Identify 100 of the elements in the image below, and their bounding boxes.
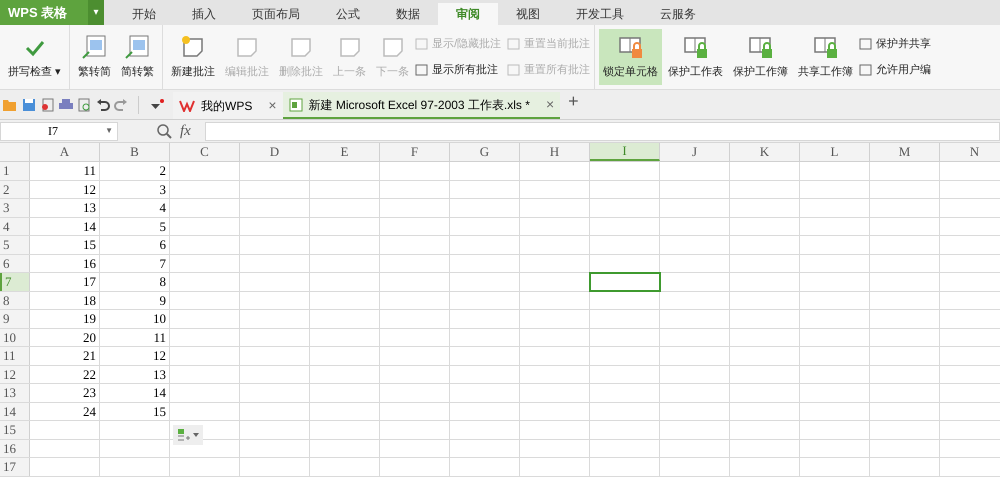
ribbon-small-button[interactable]: 允许用户编 [859,62,932,78]
row-header[interactable]: 16 [0,440,30,457]
ribbon-small-button[interactable]: 显示所有批注 [415,62,502,78]
column-header[interactable]: G [450,143,520,161]
formula-input-field[interactable] [204,122,1000,140]
row-header[interactable]: 6 [0,254,30,272]
ribbon-button[interactable]: 锁定单元格 [599,29,662,85]
ribbon-button[interactable]: 新建批注 [167,29,220,85]
customize-caret-icon[interactable] [149,98,165,112]
column-header[interactable]: C [170,143,240,161]
note-icon [415,64,430,76]
close-tab-button[interactable]: × [268,95,277,116]
note-icon [507,64,522,76]
undo-icon[interactable] [96,98,110,112]
row-header[interactable]: 13 [0,384,30,402]
cell-value: 12 [153,347,166,365]
cell-value: 24 [83,402,96,420]
column-header[interactable]: L [800,143,870,161]
ribbon-small-button[interactable]: 保护并共享 [859,36,932,52]
selected-cell[interactable] [590,273,660,290]
note-icon [859,64,874,76]
cell-value: 13 [83,199,96,217]
cell-value: 12 [83,180,96,198]
ribbon-button[interactable]: 拼写检查 ▾ [4,29,66,85]
row-header[interactable]: 4 [0,218,30,235]
ribbon-tab[interactable]: 插入 [174,3,234,25]
search-icon[interactable] [156,123,172,139]
caret-icon [192,433,198,437]
save-icon[interactable] [22,98,36,112]
column-header[interactable]: K [730,143,800,161]
column-header[interactable]: F [380,143,450,161]
ribbon-tab[interactable]: 开发工具 [558,3,642,25]
cell-value: 15 [83,236,96,254]
cell-value: 19 [83,310,96,328]
w-logo-icon [179,100,195,112]
paste-options-icon [178,429,190,441]
ribbon-tab[interactable]: 开始 [114,3,174,25]
cell-value: 23 [83,384,96,402]
note-icon [415,38,430,50]
cell-value: 3 [160,180,166,198]
cell-value: 18 [83,292,96,310]
ribbon-tab[interactable]: 云服务 [642,3,714,25]
ribbon-button[interactable]: 简转繁 [117,29,158,85]
cell-value: 14 [153,384,166,402]
row-header[interactable]: 15 [0,421,30,438]
new-tab-button[interactable]: + [568,88,579,115]
cell-value: 20 [83,328,96,346]
cell-value: 11 [83,162,96,180]
column-header[interactable]: M [870,143,940,161]
ribbon-tab[interactable]: 视图 [498,3,558,25]
cell-value: 8 [160,273,166,291]
cell-value: 15 [153,402,166,420]
close-tab-button[interactable]: × [546,94,554,115]
column-header[interactable]: I [590,143,660,161]
ribbon-button[interactable]: 保护工作簿 [729,29,792,85]
row-header[interactable]: 12 [0,366,30,383]
column-header[interactable]: E [310,143,380,161]
row-header[interactable]: 7 [0,273,30,290]
ribbon-tab[interactable]: 数据 [378,3,438,25]
row-header[interactable]: 5 [0,236,30,254]
paste-options-button[interactable] [173,425,203,445]
print-icon[interactable] [58,98,74,112]
cell-value: 17 [83,273,96,291]
cell-value: 2 [160,162,166,180]
column-header[interactable]: D [240,143,310,161]
row-header[interactable]: 3 [0,199,30,216]
print-preview-icon[interactable] [78,98,92,112]
column-header[interactable]: A [30,143,100,161]
column-header[interactable]: B [100,143,170,161]
dropdown-caret[interactable]: ▼ [105,125,117,137]
ribbon-button[interactable]: 保护工作表 [664,29,728,85]
cell-value: 11 [153,328,166,346]
cell-value: 7 [160,254,166,272]
cell-value: 21 [83,347,96,365]
ribbon-button[interactable]: 繁转简 [74,29,116,85]
export-icon[interactable] [40,98,54,112]
row-header[interactable]: 1 [0,162,30,180]
document-tab[interactable]: 新建 Microsoft Excel 97-2003 工作表.xls * × [282,92,560,119]
cell-value: 6 [160,236,166,254]
note-icon [507,38,522,50]
ribbon-tab[interactable]: 页面布局 [234,3,318,25]
cell-value: 22 [83,366,96,384]
name-box[interactable]: I7 ▼ [0,122,118,140]
column-header[interactable]: J [660,143,730,161]
row-header[interactable]: 2 [0,180,30,198]
function-button[interactable]: fx [180,120,191,142]
row-header[interactable]: 9 [0,310,30,328]
app-menu-caret[interactable]: ▾ [88,0,104,25]
ribbon-tab[interactable]: 审阅 [438,3,498,25]
cell-value: 13 [153,366,166,384]
row-header[interactable]: 8 [0,292,30,309]
column-header[interactable]: N [940,143,1000,161]
document-tab[interactable]: 我的WPS × [173,92,283,119]
ribbon-tab[interactable]: 公式 [318,3,378,25]
row-header[interactable]: 10 [0,328,30,346]
ribbon-button[interactable]: 共享工作簿 [794,29,858,85]
cell-value: 9 [160,292,166,310]
row-header[interactable]: 14 [0,402,30,420]
row-header[interactable]: 17 [0,458,30,476]
row-header[interactable]: 11 [0,347,30,364]
